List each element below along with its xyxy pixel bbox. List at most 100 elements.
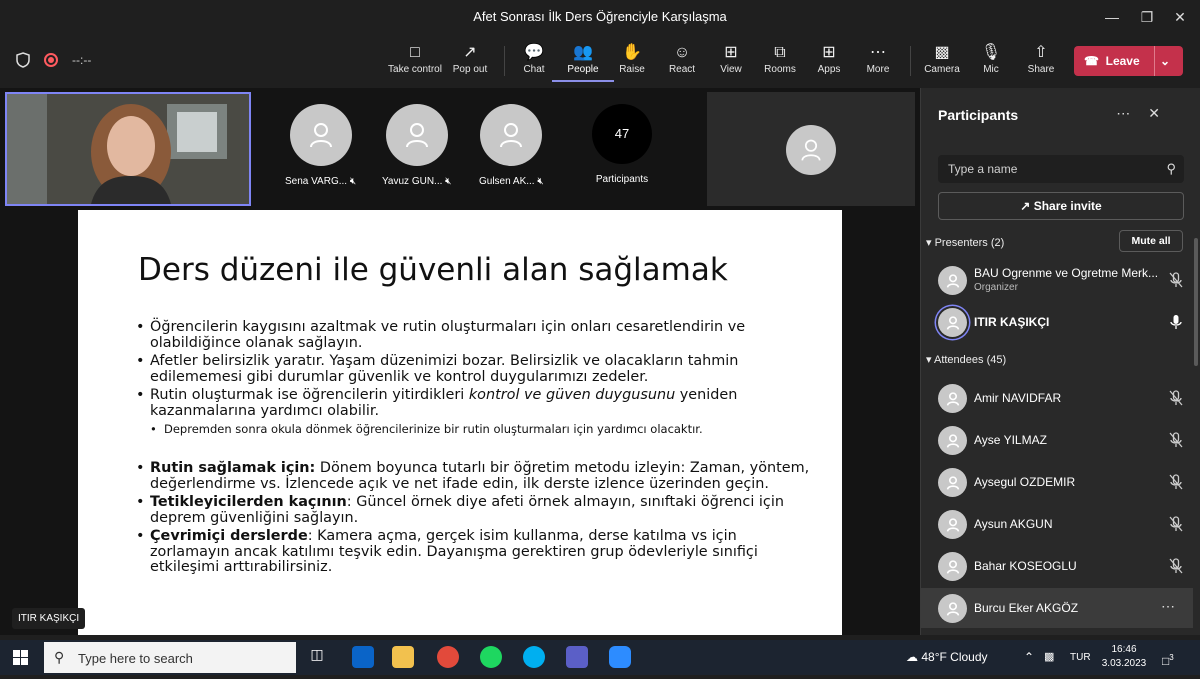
mic-off-icon: 🔇︎: [445, 176, 452, 187]
participants-count-tile[interactable]: 47 Participants: [592, 104, 652, 185]
presenters-section-header[interactable]: ▾ Presenters (2): [926, 236, 1004, 249]
slide-bullet: Rutin oluşturmak ise öğrencilerin yitird…: [136, 387, 816, 419]
spotify-icon[interactable]: [480, 646, 502, 668]
participant-row[interactable]: Aysun AKGUN: [921, 504, 1193, 544]
attendees-section-header[interactable]: ▾ Attendees (45): [926, 353, 1006, 366]
mute-all-button[interactable]: Mute all: [1119, 230, 1183, 252]
participant-role: Organizer: [974, 282, 1018, 293]
participant-name: Aysegul OZDEMIR: [974, 475, 1076, 489]
pop-out-button[interactable]: ↗ Pop out: [439, 42, 501, 82]
mic-off-icon[interactable]: [1167, 515, 1185, 533]
participant-tile[interactable]: Sena VARG... 🔇︎: [285, 104, 356, 187]
avatar: [938, 552, 967, 581]
participant-name: Amir NAVIDFAR: [974, 391, 1062, 405]
pop-out-label: Pop out: [452, 64, 488, 75]
avatar: [938, 308, 967, 337]
chevron-down-icon[interactable]: ⌄: [1160, 46, 1170, 76]
participant-tile[interactable]: Gulsen AK... 🔇︎: [479, 104, 544, 187]
mic-off-icon[interactable]: [1167, 389, 1185, 407]
share-icon: ↗: [1020, 199, 1031, 213]
participant-name: Bahar KOSEOGLU: [974, 559, 1077, 573]
panel-scrollbar[interactable]: [1194, 238, 1198, 366]
avatar: [938, 384, 967, 413]
slide-bullet: Öğrencilerin kaygısını azaltmak ve rutin…: [136, 319, 816, 351]
mic-off-icon: 🔇︎: [349, 176, 357, 187]
share-invite-button[interactable]: ↗ Share invite: [938, 192, 1184, 220]
clock[interactable]: 16:46 3.03.2023: [1098, 643, 1150, 671]
participant-row[interactable]: Amir NAVIDFAR: [921, 378, 1193, 418]
participant-search[interactable]: ⚲: [938, 155, 1184, 183]
teams-icon[interactable]: [566, 646, 588, 668]
clock-time: 16:46: [1111, 644, 1137, 655]
participant-tile[interactable]: Yavuz GUN... 🔇︎: [382, 104, 451, 187]
participant-row[interactable]: ITIR KAŞIKÇI: [921, 302, 1193, 342]
take-control-icon: □: [410, 44, 420, 61]
more-button[interactable]: ⋯ More: [847, 42, 909, 82]
notification-count: 3: [1169, 653, 1174, 662]
share-icon: ⇧: [1034, 44, 1048, 61]
input-language[interactable]: TUR: [1070, 640, 1091, 675]
more-options-icon[interactable]: ⋯: [1161, 598, 1175, 615]
clock-date: 3.03.2023: [1101, 658, 1147, 669]
slide-bullet: Rutin sağlamak için: Dönem boyunca tutar…: [136, 460, 816, 492]
task-view-icon[interactable]: ◫: [306, 646, 328, 668]
mic-off-icon[interactable]: [1167, 557, 1185, 575]
take-control-label: Take control: [388, 64, 442, 75]
participant-row[interactable]: Burcu Eker AKGÖZ ⋯: [921, 588, 1193, 628]
mic-label: Mic: [983, 64, 999, 75]
leave-divider: [1154, 46, 1155, 76]
person-icon: [946, 517, 959, 532]
outlook-icon[interactable]: [352, 646, 374, 668]
skype-icon[interactable]: [523, 646, 545, 668]
slide-sub-bullet: Depremden sonra okula dönmek öğrencileri…: [136, 422, 816, 437]
person-icon: [946, 315, 959, 330]
chrome-icon[interactable]: [437, 646, 459, 668]
avatar: [289, 104, 352, 166]
meeting-status: --:--: [16, 52, 91, 68]
participant-tile-large[interactable]: [707, 92, 915, 206]
participants-panel: Participants ⋯✕ ⚲ ↗ Share invite ▾ Prese…: [920, 88, 1200, 635]
file-explorer-icon[interactable]: [392, 646, 414, 668]
weather-widget[interactable]: ☁ 48°F Cloudy: [906, 640, 988, 675]
share-button[interactable]: ⇧ Share: [1010, 42, 1072, 82]
search-icon[interactable]: ⚲: [1166, 161, 1176, 177]
windows-start-icon[interactable]: [13, 650, 28, 665]
people-label: People: [567, 64, 599, 75]
slide-bullet: Çevrimiçi derslerde: Kamera açma, gerçek…: [136, 528, 816, 576]
participant-name: Aysun AKGUN: [974, 517, 1053, 531]
taskbar: ⚲ Type here to search ◫ ☁ 48°F Cloudy ⌃ …: [0, 640, 1200, 675]
mic-off-icon[interactable]: [1167, 271, 1185, 289]
react-label: React: [668, 64, 696, 75]
chevron-up-icon[interactable]: ⌃: [1024, 640, 1034, 675]
person-icon: [801, 139, 821, 161]
zoom-icon[interactable]: [609, 646, 631, 668]
take-control-button[interactable]: □ Take control: [384, 42, 446, 82]
leave-button[interactable]: ☎ Leave ⌄: [1074, 46, 1183, 76]
minimize-button[interactable]: —: [1092, 6, 1132, 28]
mic-on-icon[interactable]: [1167, 313, 1185, 331]
meeting-stage: Sena VARG... 🔇︎ Yavuz GUN... 🔇︎ Gulsen A…: [0, 88, 920, 635]
close-window-button[interactable]: ✕: [1160, 6, 1200, 28]
network-icon[interactable]: ▩: [1044, 640, 1054, 675]
chevron-down-icon: ▾: [926, 237, 932, 249]
participant-row[interactable]: BAU Ogrenme ve Ogretme Merk... Organizer: [921, 260, 1193, 300]
taskbar-search-placeholder: Type here to search: [78, 651, 193, 666]
slide-bullets: Öğrencilerin kaygısını azaltmak ve rutin…: [136, 319, 816, 579]
avatar: [938, 426, 967, 455]
avatar: [385, 104, 448, 166]
slide-bullet: Afetler belirsizlik yaratır. Yaşam düzen…: [136, 353, 816, 385]
notifications-icon[interactable]: □3: [1162, 640, 1174, 679]
search-input[interactable]: [938, 155, 1158, 183]
participant-row[interactable]: Aysegul OZDEMIR: [921, 462, 1193, 502]
mic-off-icon[interactable]: [1167, 431, 1185, 449]
taskbar-search[interactable]: ⚲ Type here to search: [44, 642, 296, 673]
participant-name: Gulsen AK... 🔇︎: [479, 176, 544, 187]
mic-off-icon[interactable]: [1167, 473, 1185, 491]
presenter-video-tile[interactable]: [5, 92, 251, 206]
meeting-timer: --:--: [72, 53, 92, 67]
search-icon: ⚲: [54, 649, 65, 665]
participant-row[interactable]: Ayse YILMAZ: [921, 420, 1193, 460]
more-options-icon[interactable]: ⋯: [1116, 105, 1148, 121]
participant-row[interactable]: Bahar KOSEOGLU: [921, 546, 1193, 586]
close-panel-icon[interactable]: ✕: [1148, 105, 1178, 121]
